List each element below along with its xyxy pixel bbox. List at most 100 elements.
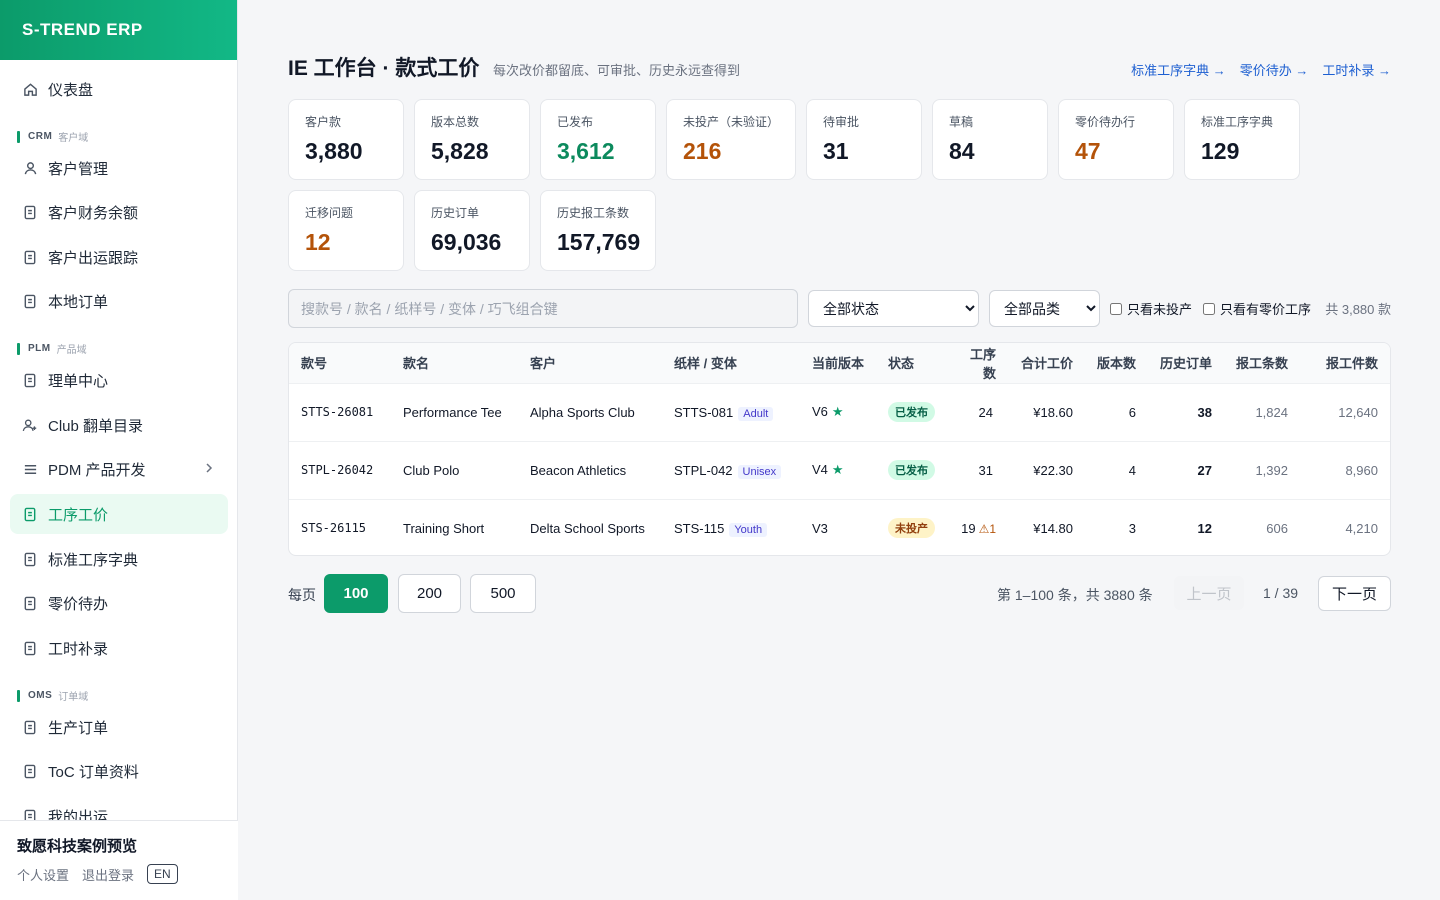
stat-card[interactable]: 待审批 31 [806, 99, 922, 180]
sidebar-item-label: 工时补录 [48, 640, 109, 658]
col-status[interactable]: 状态 [876, 343, 947, 383]
col-pattern[interactable]: 纸样 / 变体 [662, 343, 800, 383]
sidebar-item-label: 客户财务余额 [48, 204, 139, 222]
cell-status: 已发布 [876, 383, 947, 441]
stat-card[interactable]: 标准工序字典 129 [1184, 99, 1300, 180]
sidebar-item-label: 理单中心 [48, 372, 109, 390]
sidebar-item-order-center[interactable]: 理单中心 [10, 360, 228, 400]
ops-count: 24 [978, 404, 993, 420]
stat-card[interactable]: 历史订单 69,036 [414, 190, 530, 271]
stat-card[interactable]: 历史报工条数 157,769 [540, 190, 656, 271]
cell-orders: 12 [1197, 520, 1212, 536]
sidebar-item-standard-dictionary[interactable]: 标准工序字典 [10, 539, 228, 579]
status-select[interactable]: 全部状态 [808, 290, 979, 327]
stat-value: 129 [1201, 138, 1240, 164]
page-size-200-button[interactable]: 200 [398, 574, 461, 613]
user-icon [22, 160, 38, 176]
sidebar-item-label: 标准工序字典 [48, 551, 139, 569]
stat-card[interactable]: 迁移问题 12 [288, 190, 404, 271]
stat-label: 历史报工条数 [557, 206, 630, 220]
pagination: 每页 100 200 500 第 1–100 条，共 3880 条 上一页 1 … [288, 574, 1391, 614]
cell-name: Club Polo [403, 462, 460, 478]
prev-page-button[interactable]: 上一页 [1174, 576, 1244, 610]
search-input[interactable] [288, 289, 798, 328]
settings-link[interactable]: 个人设置 [17, 865, 69, 884]
cell-code[interactable]: STS-26115 [289, 499, 391, 555]
link-zero-price-todo[interactable]: 零价待办 → [1240, 60, 1309, 79]
variant-tag: Youth [729, 522, 768, 537]
stat-card[interactable]: 已发布 3,612 [540, 99, 656, 180]
table-row[interactable]: STS-26115 Training Short Delta School Sp… [289, 499, 1390, 555]
cell-reports: 1,392 [1255, 462, 1288, 478]
category-select[interactable]: 全部品类 [989, 290, 1100, 327]
stat-card[interactable]: 未投产（未验证） 216 [666, 99, 796, 180]
cell-version: V4 ★ [800, 441, 876, 499]
cell-pattern: STPL-042 Unisex [662, 441, 800, 499]
stat-value: 3,612 [557, 138, 615, 164]
link-standard-dictionary[interactable]: 标准工序字典 → [1131, 60, 1226, 79]
stat-card[interactable]: 零价待办行 47 [1058, 99, 1174, 180]
sidebar-item-customer-balance[interactable]: 客户财务余额 [10, 192, 228, 232]
menu-icon [22, 461, 38, 477]
cell-code[interactable]: STPL-26042 [289, 441, 391, 499]
link-time-entry[interactable]: 工时补录 → [1322, 60, 1391, 79]
col-orders[interactable]: 历史订单 [1148, 343, 1224, 383]
col-code[interactable]: 款号 [289, 343, 391, 383]
cell-pattern: STS-115 Youth [662, 499, 800, 555]
page-size-100-button[interactable]: 100 [324, 574, 388, 613]
stat-card[interactable]: 客户款 3,880 [288, 99, 404, 180]
brand-logo[interactable]: S-TREND ERP [0, 0, 237, 60]
section-plm: PLM 产品域 [17, 341, 87, 356]
sidebar-item-label: PDM 产品开发 [48, 461, 146, 479]
star-icon: ★ [831, 462, 844, 477]
sidebar-item-pdm[interactable]: PDM 产品开发 [10, 449, 228, 489]
sidebar-item-zero-price-todo[interactable]: 零价待办 [10, 583, 228, 623]
logout-link[interactable]: 退出登录 [82, 865, 134, 884]
col-ops[interactable]: 工序数 [947, 343, 1008, 383]
table-row[interactable]: STPL-26042 Club Polo Beacon Athletics ST… [289, 441, 1390, 499]
stat-card[interactable]: 版本总数 5,828 [414, 99, 530, 180]
sidebar-item-production-orders[interactable]: 生产订单 [10, 707, 228, 747]
only-unproduced-checkbox[interactable]: 只看未投产 [1110, 299, 1192, 318]
document-icon [22, 719, 38, 735]
cell-version: V3 [800, 499, 876, 555]
sidebar-item-shipment-tracking[interactable]: 客户出运跟踪 [10, 237, 228, 277]
next-page-button[interactable]: 下一页 [1318, 576, 1391, 611]
cell-pattern: STTS-081 Adult [662, 383, 800, 441]
sidebar-item-toc-orders[interactable]: ToC 订单资料 [10, 751, 228, 791]
sidebar-item-local-orders[interactable]: 本地订单 [10, 281, 228, 321]
stat-card[interactable]: 草稿 84 [932, 99, 1048, 180]
sidebar-item-dashboard[interactable]: 仪表盘 [10, 69, 228, 109]
col-customer[interactable]: 客户 [518, 343, 662, 383]
stat-label: 迁移问题 [305, 206, 354, 220]
page-size-500-button[interactable]: 500 [470, 574, 536, 613]
sidebar-item-time-entry[interactable]: 工时补录 [10, 628, 228, 668]
table-row[interactable]: STTS-26081 Performance Tee Alpha Sports … [289, 383, 1390, 441]
page-subtitle: 每次改价都留底、可审批、历史永远查得到 [493, 63, 741, 78]
sidebar-item-label: 客户出运跟踪 [48, 249, 139, 267]
col-name[interactable]: 款名 [391, 343, 518, 383]
col-versions[interactable]: 版本数 [1085, 343, 1148, 383]
col-pieces[interactable]: 报工件数 [1300, 343, 1390, 383]
version-label: V4 [812, 462, 828, 477]
ops-count: 19 [961, 520, 976, 536]
cell-code[interactable]: STTS-26081 [289, 383, 391, 441]
document-icon [22, 808, 38, 820]
cell-price: ¥14.80 [1033, 520, 1073, 536]
language-toggle[interactable]: EN [147, 864, 178, 884]
col-reports[interactable]: 报工条数 [1224, 343, 1300, 383]
org-name: 致愿科技案例预览 [17, 838, 138, 855]
sidebar-item-customers[interactable]: 客户管理 [10, 148, 228, 188]
col-price[interactable]: 合计工价 [1008, 343, 1085, 383]
sidebar-item-my-shipments[interactable]: 我的出运 [10, 796, 228, 820]
col-version[interactable]: 当前版本 [800, 343, 876, 383]
document-icon [22, 249, 38, 265]
pattern-code: STPL-042 [674, 462, 733, 478]
sidebar-item-process-price[interactable]: 工序工价 [10, 494, 228, 534]
cell-ops: 19 ⚠1 [947, 499, 1008, 555]
sidebar-item-club-catalog[interactable]: Club 翻单目录 [10, 405, 228, 445]
only-zero-price-checkbox[interactable]: 只看有零价工序 [1203, 299, 1311, 318]
checkbox[interactable] [1110, 302, 1122, 315]
checkbox[interactable] [1203, 302, 1215, 315]
sidebar: S-TREND ERP 仪表盘 CRM 客户域 客户管理 客户财务余额 客户出运跟… [0, 0, 238, 900]
